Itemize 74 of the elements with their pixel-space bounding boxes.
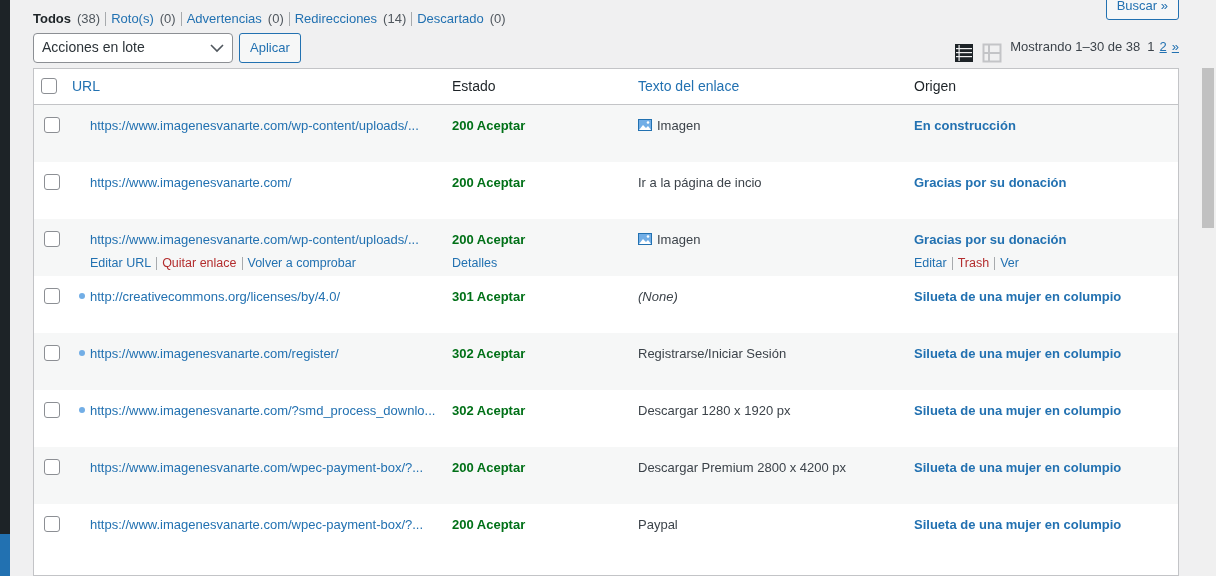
row-checkbox[interactable] [44, 515, 60, 532]
status-text: 200 Aceptar [452, 458, 527, 477]
list-view-icon[interactable] [954, 42, 975, 63]
url-link[interactable]: https://www.imagenesvanarte.com/wpec-payment-box/?... [90, 457, 424, 477]
status-text: 302 Aceptar [452, 401, 527, 420]
filter-count: (14) [383, 10, 407, 28]
image-icon [638, 233, 652, 246]
link-text: Descargar Premium 2800 x 4200 px [638, 458, 847, 477]
url-link[interactable]: https://www.imagenesvanarte.com/wpec-payment-box/?... [90, 514, 424, 534]
status-text: 200 Aceptar [452, 515, 527, 534]
status-text: 301 Aceptar [452, 287, 527, 306]
link-text: Imagen [657, 230, 701, 249]
select-all-checkbox[interactable] [41, 78, 57, 94]
filter-link[interactable]: Descartado [417, 9, 484, 29]
filter-link[interactable]: Roto(s) [111, 9, 154, 29]
url-link[interactable]: http://creativecommons.org/licenses/by/4.0/ [90, 286, 340, 306]
row-checkbox[interactable] [44, 287, 60, 304]
column-header[interactable]: URL [72, 75, 100, 97]
filter-count: (0) [159, 10, 176, 28]
source-link[interactable]: Silueta de una mujer en columpio [914, 286, 1178, 306]
row-checkbox[interactable] [44, 230, 60, 247]
source-link[interactable]: Gracias por su donación [914, 172, 1178, 192]
row-action-link[interactable]: Editar [914, 254, 947, 273]
filter-link[interactable]: Advertencias [186, 9, 262, 29]
row-action-link[interactable]: Quitar enlace [162, 254, 237, 273]
url-link[interactable]: https://www.imagenesvanarte.com/ [90, 172, 292, 192]
row-checkbox[interactable] [44, 458, 60, 475]
row-checkbox[interactable] [44, 116, 60, 133]
row-action-link[interactable]: Trash [957, 254, 990, 273]
next-page-link[interactable]: » [1171, 36, 1179, 56]
page-link[interactable]: 1 [1147, 36, 1155, 56]
search-button[interactable]: Buscar » [1105, 0, 1179, 20]
status-text: 200 Aceptar [452, 230, 527, 249]
bulk-actions-select[interactable]: Acciones en lote [33, 32, 233, 63]
scrollbar-thumb[interactable] [1202, 68, 1214, 228]
row-action-link[interactable]: Volver a comprobar [247, 254, 356, 273]
url-link[interactable]: https://www.imagenesvanarte.com/register/ [90, 343, 339, 363]
source-link[interactable]: Silueta de una mujer en columpio [914, 457, 1178, 477]
filter-count: (0) [267, 10, 284, 28]
page-link[interactable]: 2 [1159, 36, 1167, 56]
chevron-down-icon [210, 42, 224, 53]
apply-button[interactable]: Aplicar [239, 32, 301, 63]
filter-link[interactable]: Redirecciones [294, 9, 378, 29]
row-checkbox[interactable] [44, 401, 60, 418]
link-text: Imagen [657, 116, 701, 135]
image-icon [638, 119, 652, 132]
row-action-link[interactable]: Editar URL [90, 254, 152, 273]
source-link[interactable]: Silueta de una mujer en columpio [914, 343, 1178, 363]
url-link[interactable]: https://www.imagenesvanarte.com/wp-content/uploads/... [90, 115, 419, 135]
row-action-link[interactable]: Detalles [452, 254, 498, 273]
source-link[interactable]: Silueta de una mujer en columpio [914, 400, 1178, 420]
status-text: 302 Aceptar [452, 344, 527, 363]
url-link[interactable]: https://www.imagenesvanarte.com/?smd_process_downlo... [90, 400, 436, 420]
url-link[interactable]: https://www.imagenesvanarte.com/wp-content/uploads/... [90, 229, 419, 249]
link-text: Registrarse/Iniciar Sesión [638, 344, 787, 363]
link-text: Paypal [638, 515, 678, 534]
column-header: Origen [914, 76, 957, 96]
link-text: (None) [638, 287, 678, 306]
filter-count: (38) [77, 10, 101, 28]
column-header: Estado [452, 76, 496, 96]
row-action-link[interactable]: Ver [1000, 254, 1019, 273]
source-link[interactable]: Silueta de una mujer en columpio [914, 514, 1178, 534]
link-text: Descargar 1280 x 1920 px [638, 401, 791, 420]
filter-count: (0) [489, 10, 506, 28]
link-text: Ir a la página de incio [638, 173, 762, 192]
column-header[interactable]: Texto del enlace [638, 75, 740, 97]
filter-link[interactable]: Todos [33, 9, 72, 29]
source-link[interactable]: En construcción [914, 115, 1178, 135]
pagination-summary: Mostrando 1–30 de 38 [1010, 37, 1141, 56]
status-text: 200 Aceptar [452, 173, 527, 192]
row-checkbox[interactable] [44, 344, 60, 361]
source-link[interactable]: Gracias por su donación [914, 229, 1178, 249]
status-text: 200 Aceptar [452, 116, 527, 135]
row-checkbox[interactable] [44, 173, 60, 190]
